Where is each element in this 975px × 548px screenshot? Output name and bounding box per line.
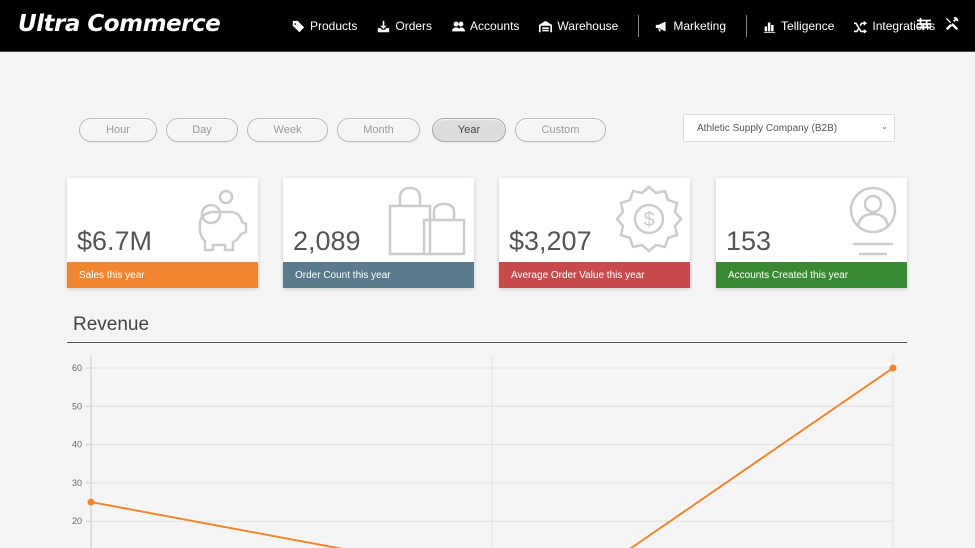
range-button-day[interactable]: Day	[166, 118, 238, 142]
nav-item-label: Telligence	[781, 19, 835, 33]
stat-card-accounts: 153 Accounts Created this year	[716, 178, 907, 288]
stat-label: Average Order Value this year	[499, 262, 690, 288]
stat-card-orders: 2,089 Order Count this year	[283, 178, 474, 288]
nav-item-marketing[interactable]: Marketing	[655, 19, 726, 33]
shopping-bag-icon	[388, 186, 466, 256]
main-nav: Products Orders Accounts Warehouse Marke…	[292, 0, 955, 52]
dollar-badge-icon: $	[615, 185, 683, 253]
svg-text:$: $	[643, 209, 654, 231]
chevron-down-icon: ⌄	[881, 122, 888, 131]
nav-divider	[746, 15, 748, 37]
stat-value: 2,089	[293, 226, 361, 256]
data-point	[889, 364, 897, 372]
nav-divider	[638, 15, 640, 37]
range-button-week[interactable]: Week	[247, 118, 328, 142]
revenue-title: Revenue	[73, 314, 150, 335]
megaphone-icon	[656, 21, 666, 31]
nav-item-telligence[interactable]: Telligence	[763, 19, 834, 33]
tags-icon	[292, 20, 305, 32]
data-point	[87, 498, 95, 506]
warehouse-icon	[539, 20, 553, 32]
tick-label-y: 60	[72, 363, 82, 373]
inbox-icon	[378, 20, 390, 32]
stat-label: Order Count this year	[283, 262, 474, 288]
stat-label: Accounts Created this year	[716, 262, 907, 288]
company-select[interactable]: Athletic Supply Company (B2B) ⌄	[683, 114, 895, 142]
range-button-hour[interactable]: Hour	[79, 118, 157, 142]
stat-card-avg-order: $ $3,207 Average Order Value this year	[499, 178, 690, 288]
bar-chart-icon	[763, 21, 776, 33]
tick-label-y: 30	[72, 478, 82, 488]
range-button-year[interactable]: Year	[432, 118, 506, 142]
tick-label-y: 20	[72, 516, 82, 526]
stat-value: 153	[726, 226, 772, 256]
stat-card-sales: $6.7M Sales this year	[67, 178, 258, 288]
range-button-month[interactable]: Month	[337, 118, 420, 142]
tick-label-y: 40	[72, 440, 82, 450]
nav-item-label: Warehouse	[557, 19, 619, 33]
users-icon	[452, 21, 466, 31]
nav-item-label: Accounts	[470, 19, 520, 33]
shuffle-icon	[854, 20, 868, 33]
nav-tools	[917, 17, 959, 31]
app-logo[interactable]: Ultra Commerce	[18, 11, 221, 37]
stat-value: $6.7M	[77, 226, 153, 256]
nav-item-label: Orders	[395, 19, 433, 33]
sliders-icon[interactable]	[917, 17, 931, 31]
nav-item-orders[interactable]: Orders	[377, 19, 432, 33]
user-profile-icon	[849, 186, 897, 256]
tools-icon[interactable]	[945, 17, 959, 31]
range-button-custom[interactable]: Custom	[515, 118, 606, 142]
tick-label-y: 50	[72, 401, 82, 411]
nav-item-accounts[interactable]: Accounts	[452, 19, 519, 33]
nav-item-label: Products	[310, 19, 358, 33]
revenue-divider	[67, 342, 907, 343]
piggy-bank-icon	[198, 189, 248, 252]
stat-label: Sales this year	[67, 262, 258, 288]
company-select-value: Athletic Supply Company (B2B)	[697, 122, 838, 134]
stat-value: $3,207	[509, 226, 592, 256]
nav-item-warehouse[interactable]: Warehouse	[539, 19, 618, 33]
top-navigation-bar: Ultra Commerce Products Orders Accounts …	[0, 0, 975, 52]
nav-item-label: Marketing	[673, 19, 727, 33]
revenue-chart: 20 30 40 50 60	[72, 355, 897, 548]
nav-item-products[interactable]: Products	[292, 19, 357, 33]
